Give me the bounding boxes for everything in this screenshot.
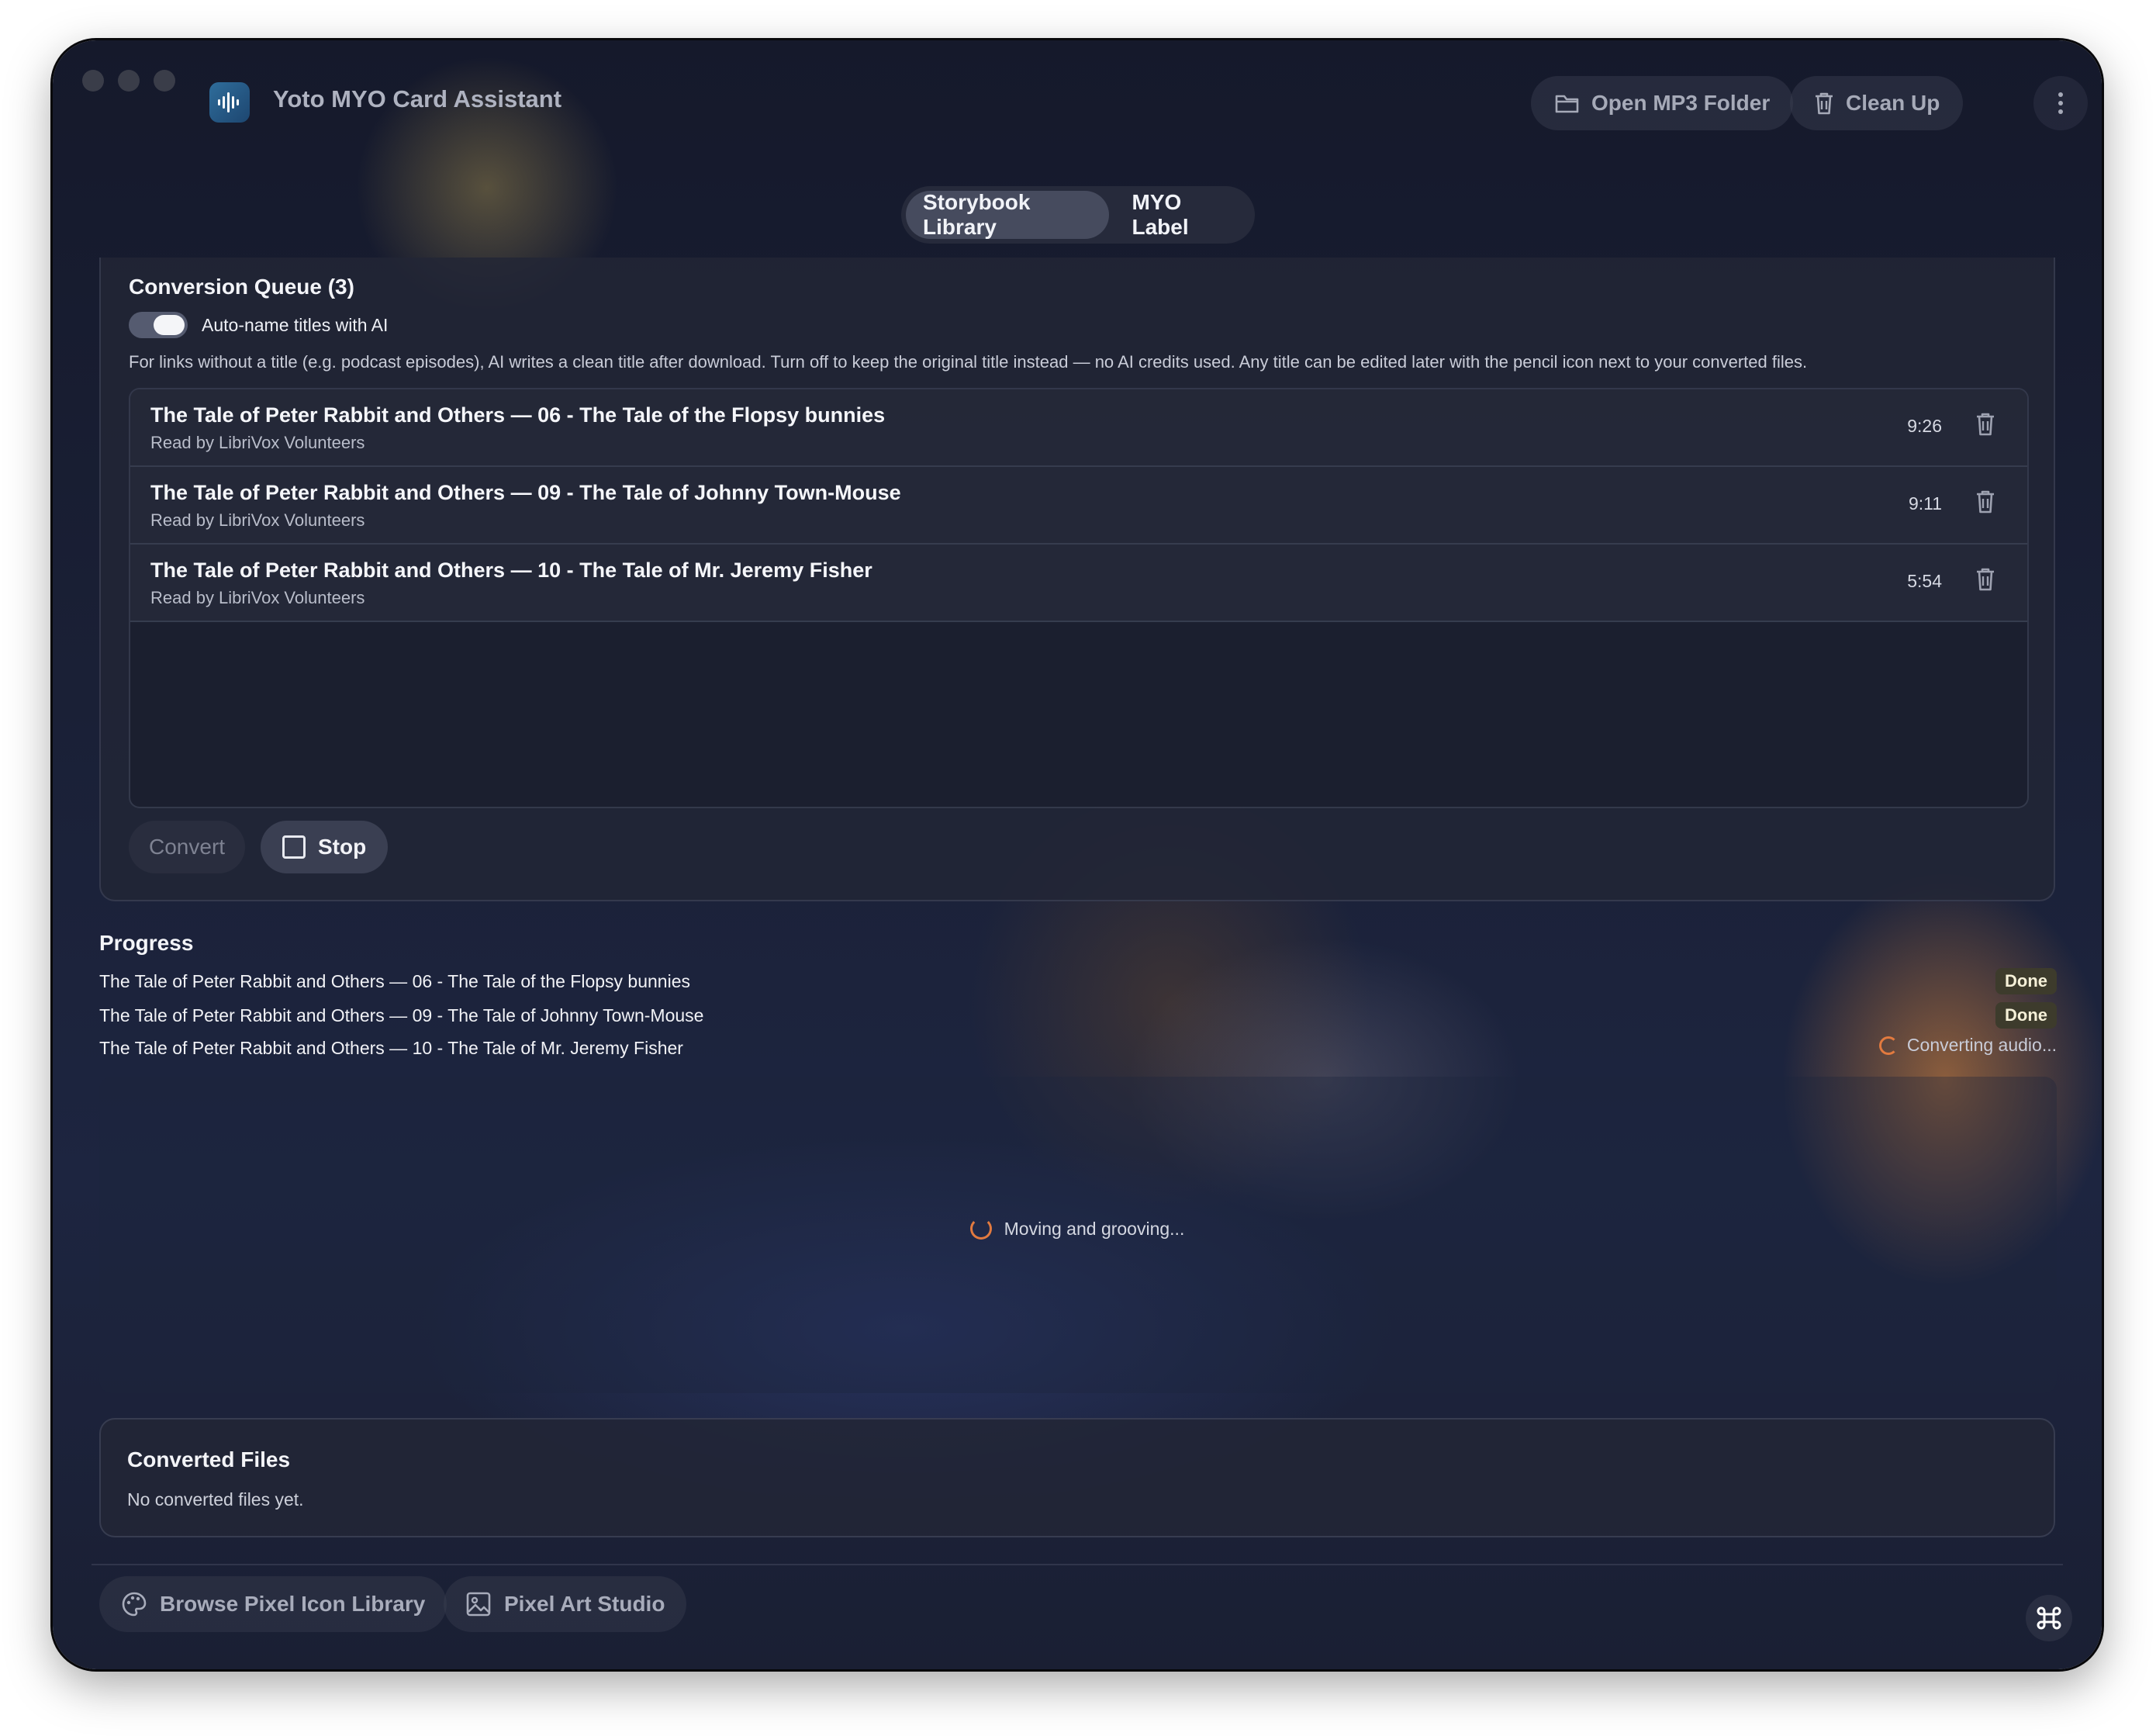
- browse-pixel-icon-library-label: Browse Pixel Icon Library: [160, 1592, 426, 1616]
- progress-item-title: The Tale of Peter Rabbit and Others — 09…: [99, 1005, 704, 1025]
- more-vertical-icon: [2058, 92, 2063, 114]
- queue-item-subtitle: Read by LibriVox Volunteers: [150, 433, 365, 452]
- clean-up-button[interactable]: Clean Up: [1790, 76, 1964, 130]
- stop-label: Stop: [318, 835, 367, 859]
- app-title: Yoto MYO Card Assistant: [273, 85, 562, 112]
- clean-up-label: Clean Up: [1846, 91, 1940, 115]
- queue-item-duration: 9:26: [1907, 416, 1942, 436]
- status-badge: Done: [1995, 1002, 2057, 1029]
- queue-item-title: The Tale of Peter Rabbit and Others — 09…: [150, 481, 901, 504]
- converting-status-label: Converting audio...: [1906, 1035, 2057, 1055]
- loading-spinner-icon: [969, 1218, 992, 1240]
- queue-list: The Tale of Peter Rabbit and Others — 06…: [129, 388, 2029, 808]
- tab-storybook-library[interactable]: Storybook Library: [906, 190, 1109, 239]
- palette-icon: [122, 1592, 147, 1617]
- quick-action-button[interactable]: [2026, 1595, 2072, 1641]
- more-menu-button[interactable]: [2033, 76, 2088, 130]
- loading-text: Moving and grooving...: [1004, 1218, 1185, 1239]
- pixel-art-studio-button[interactable]: Pixel Art Studio: [444, 1576, 687, 1632]
- progress-row: The Tale of Peter Rabbit and Others — 09…: [99, 1002, 2057, 1029]
- converted-files-empty: No converted files yet.: [127, 1489, 304, 1509]
- queue-item-duration: 9:11: [1908, 493, 1942, 514]
- remove-item-button[interactable]: [1975, 489, 1996, 519]
- queue-item-title: The Tale of Peter Rabbit and Others — 06…: [150, 403, 886, 427]
- footer-divider: [92, 1564, 2063, 1565]
- image-icon: [466, 1592, 491, 1617]
- auto-name-toggle[interactable]: [129, 312, 188, 338]
- remove-item-button[interactable]: [1975, 566, 1996, 597]
- auto-name-row: Auto-name titles with AI: [129, 312, 388, 338]
- progress-item-title: The Tale of Peter Rabbit and Others — 06…: [99, 971, 690, 991]
- queue-item-subtitle: Read by LibriVox Volunteers: [150, 510, 365, 530]
- progress-row: The Tale of Peter Rabbit and Others — 10…: [99, 1035, 2057, 1059]
- queue-item: The Tale of Peter Rabbit and Others — 09…: [130, 467, 2027, 545]
- trash-icon: [1816, 92, 1833, 115]
- minimize-window-button[interactable]: [118, 70, 140, 92]
- open-mp3-folder-button[interactable]: Open MP3 Folder: [1531, 76, 1794, 130]
- queue-item-title: The Tale of Peter Rabbit and Others — 10…: [150, 558, 872, 582]
- spinner-icon: [1878, 1036, 1898, 1055]
- open-mp3-folder-label: Open MP3 Folder: [1591, 91, 1771, 115]
- loading-indicator: Moving and grooving...: [53, 1218, 2102, 1240]
- window-controls: [82, 70, 175, 92]
- queue-item-duration: 5:54: [1907, 571, 1942, 591]
- stop-icon: [282, 835, 306, 859]
- status-badge: Done: [1995, 968, 2057, 994]
- auto-name-label: Auto-name titles with AI: [202, 314, 389, 335]
- converting-status: Converting audio...: [1878, 1035, 2057, 1056]
- zoom-window-button[interactable]: [154, 70, 175, 92]
- folder-icon: [1555, 95, 1579, 113]
- convert-button[interactable]: Convert: [129, 821, 246, 873]
- command-icon: [2037, 1606, 2061, 1630]
- queue-item: The Tale of Peter Rabbit and Others — 10…: [130, 545, 2027, 622]
- app-logo-icon: [209, 82, 250, 123]
- trash-icon: [1977, 568, 1994, 591]
- auto-name-help-text: For links without a title (e.g. podcast …: [129, 352, 1808, 372]
- converted-files-panel: Converted Files No converted files yet.: [99, 1418, 2055, 1537]
- stop-button[interactable]: Stop: [261, 821, 389, 873]
- queue-title: Conversion Queue (3): [129, 275, 354, 299]
- queue-item-subtitle: Read by LibriVox Volunteers: [150, 588, 365, 607]
- browse-pixel-icon-library-button[interactable]: Browse Pixel Icon Library: [99, 1576, 447, 1632]
- pixel-art-studio-label: Pixel Art Studio: [504, 1592, 665, 1616]
- tab-myo-label[interactable]: MYO Label: [1115, 190, 1251, 239]
- remove-item-button[interactable]: [1975, 411, 1996, 441]
- app-window: Yoto MYO Card Assistant Open MP3 Folder …: [53, 40, 2102, 1669]
- close-window-button[interactable]: [82, 70, 104, 92]
- progress-row: The Tale of Peter Rabbit and Others — 06…: [99, 968, 2057, 994]
- trash-icon: [1977, 413, 1994, 436]
- progress-item-title: The Tale of Peter Rabbit and Others — 10…: [99, 1038, 683, 1058]
- trash-icon: [1977, 490, 1994, 514]
- main-tabs: Storybook Library MYO Label: [901, 186, 1255, 244]
- converted-files-title: Converted Files: [127, 1447, 291, 1471]
- conversion-queue-panel: Conversion Queue (3) Auto-name titles wi…: [99, 258, 2055, 901]
- queue-item: The Tale of Peter Rabbit and Others — 06…: [130, 389, 2027, 467]
- progress-title: Progress: [99, 931, 194, 955]
